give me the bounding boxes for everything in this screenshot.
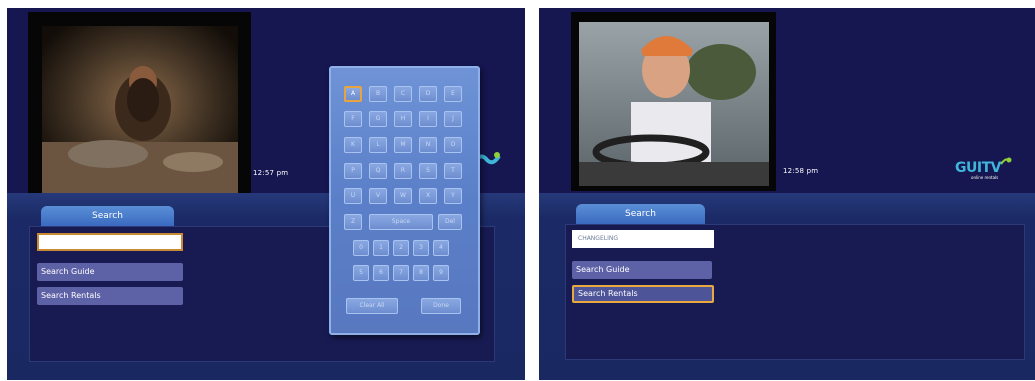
onscreen-keyboard: A B C D E F G H I J K L M N O P Q R S T … [329,66,480,335]
search-rentals-button[interactable]: Search Rentals [572,285,714,303]
key-d[interactable]: D [419,86,437,102]
key-0[interactable]: 0 [353,240,369,256]
guitv-logo: GUITV online rentals [951,156,1013,182]
key-c[interactable]: C [394,86,412,102]
key-7[interactable]: 7 [393,265,409,281]
key-b[interactable]: B [369,86,387,102]
tab-search[interactable]: Search [41,206,174,226]
tv-screen-left: 12:57 pm Search Search Guide Search Rent… [7,8,525,380]
key-k[interactable]: K [344,137,362,153]
done-button[interactable]: Done [421,298,461,314]
key-h[interactable]: H [394,111,412,127]
key-m[interactable]: M [394,137,412,153]
video-preview [571,12,776,191]
search-input[interactable] [37,233,183,251]
key-6[interactable]: 6 [373,265,389,281]
key-z[interactable]: Z [344,214,362,230]
key-s[interactable]: S [419,163,437,179]
key-y[interactable]: Y [444,188,462,204]
key-q[interactable]: Q [369,163,387,179]
key-r[interactable]: R [394,163,412,179]
key-e[interactable]: E [444,86,462,102]
key-x[interactable]: X [419,188,437,204]
key-l[interactable]: L [369,137,387,153]
tab-search[interactable]: Search [576,204,705,224]
video-preview [28,12,251,193]
key-p[interactable]: P [344,163,362,179]
key-8[interactable]: 8 [413,265,429,281]
key-space[interactable]: Space [369,214,433,230]
tv-screen-right: 12:58 pm GUITV online rentals Search CHA… [539,8,1035,380]
video-frame-image [28,12,251,193]
clock: 12:58 pm [783,167,819,175]
search-rentals-button[interactable]: Search Rentals [37,287,183,305]
logo-subtext: online rentals [971,175,999,180]
key-v[interactable]: V [369,188,387,204]
search-guide-button[interactable]: Search Guide [37,263,183,281]
key-a[interactable]: A [344,86,362,102]
key-u[interactable]: U [344,188,362,204]
key-2[interactable]: 2 [393,240,409,256]
key-1[interactable]: 1 [373,240,389,256]
key-delete[interactable]: Del [438,214,462,230]
search-guide-button[interactable]: Search Guide [572,261,712,279]
key-3[interactable]: 3 [413,240,429,256]
key-f[interactable]: F [344,111,362,127]
clock: 12:57 pm [253,169,289,177]
key-n[interactable]: N [419,137,437,153]
clear-all-button[interactable]: Clear All [346,298,398,314]
key-i[interactable]: I [419,111,437,127]
key-o[interactable]: O [444,137,462,153]
search-input[interactable]: CHANGELING [572,230,714,248]
key-w[interactable]: W [394,188,412,204]
key-4[interactable]: 4 [433,240,449,256]
key-j[interactable]: J [444,111,462,127]
key-5[interactable]: 5 [353,265,369,281]
logo-text: GUITV [955,160,1001,176]
key-g[interactable]: G [369,111,387,127]
video-frame-image [571,12,776,191]
key-9[interactable]: 9 [433,265,449,281]
key-t[interactable]: T [444,163,462,179]
